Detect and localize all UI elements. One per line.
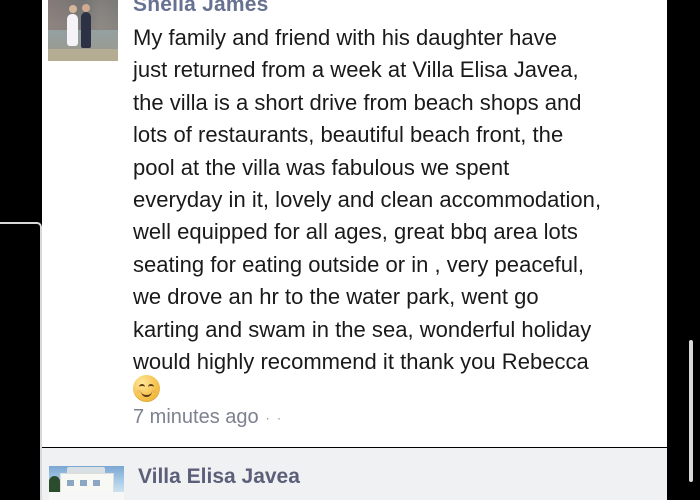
emoji-mouth: [141, 389, 152, 397]
emoji-right-cheek: [152, 390, 156, 393]
avatar-path: [48, 49, 118, 61]
left-panel-frame: [0, 222, 42, 500]
author-avatar[interactable]: [48, 0, 118, 61]
post-text: My family and friend with his daughter h…: [133, 25, 602, 375]
post-meta-row: 7 minutes ago · ·: [133, 406, 283, 429]
timestamp[interactable]: 7 minutes ago: [133, 406, 259, 429]
emoji-left-cheek: [137, 390, 141, 393]
avatar-window-2: [80, 480, 87, 486]
reply-author-name-link[interactable]: Villa Elisa Javea: [138, 465, 300, 489]
reply-row: [42, 448, 667, 500]
page-avatar[interactable]: [49, 466, 124, 500]
right-scrollbar[interactable]: [689, 340, 693, 482]
avatar-window-3: [93, 480, 100, 486]
avatar-wall: [49, 492, 124, 500]
screen: Sheila James My family and friend with h…: [0, 0, 700, 500]
avatar-person-left: [67, 5, 78, 46]
more-options-icon[interactable]: · ·: [261, 411, 283, 425]
avatar-window-1: [67, 480, 74, 486]
right-edge: [667, 0, 700, 500]
author-name-link[interactable]: Sheila James: [133, 0, 269, 17]
smiling-face-icon: [133, 375, 160, 402]
avatar-person-right: [81, 4, 91, 48]
